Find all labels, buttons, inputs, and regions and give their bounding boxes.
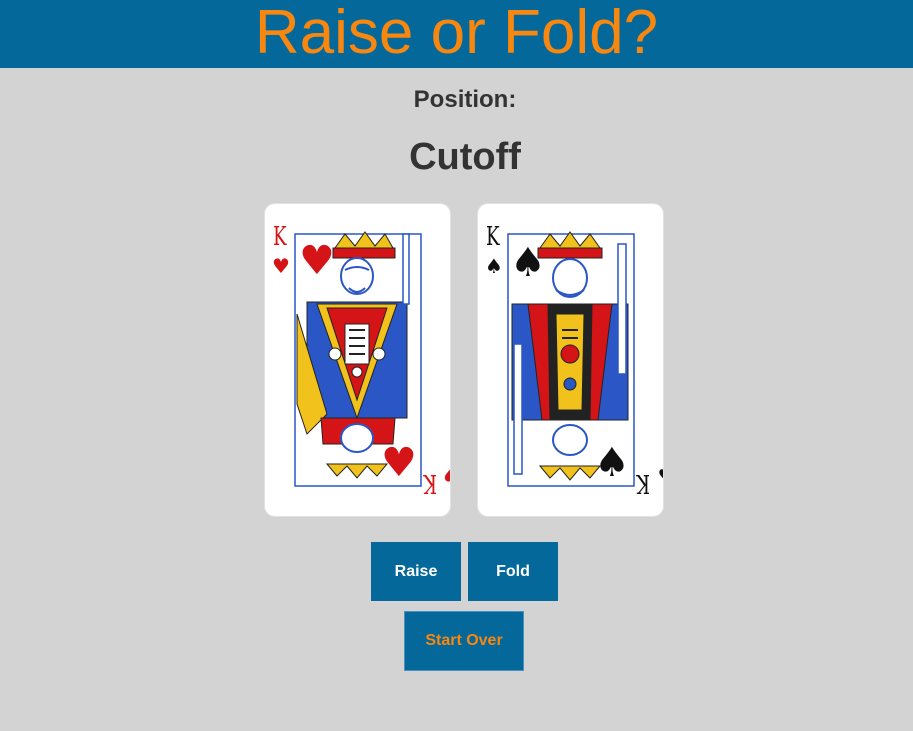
fold-button[interactable]: Fold	[468, 542, 558, 601]
card-suit-icon: ♥	[272, 254, 290, 278]
svg-text:♠: ♠	[510, 240, 546, 286]
position-value: Cutoff	[409, 136, 521, 178]
card-suit-icon: ♠	[485, 254, 503, 278]
card-king-of-hearts: ♥ ♥ K ♥ K ♥	[265, 204, 450, 516]
header-bar: Raise or Fold?	[0, 0, 913, 68]
svg-text:♥: ♥	[381, 440, 417, 486]
card-suit-icon-bottom: ♠	[656, 462, 663, 486]
king-of-hearts-illustration: ♥ ♥	[294, 231, 422, 487]
card-rank-bottom: K	[636, 468, 650, 498]
card-rank-bottom: K	[423, 468, 437, 498]
position-label: Position:	[413, 86, 517, 113]
raise-button[interactable]: Raise	[371, 542, 461, 601]
page-title: Raise or Fold?	[254, 0, 659, 67]
svg-text:♠: ♠	[594, 440, 630, 486]
card-king-of-spades: ♠ ♠ K ♠ K ♠	[478, 204, 663, 516]
card-suit-icon-bottom: ♥	[443, 462, 450, 486]
card-rank: K	[273, 222, 287, 252]
king-of-spades-illustration: ♠ ♠	[507, 231, 635, 487]
start-over-button[interactable]: Start Over	[404, 611, 524, 671]
svg-text:♥: ♥	[299, 238, 335, 284]
card-rank: K	[486, 222, 500, 252]
